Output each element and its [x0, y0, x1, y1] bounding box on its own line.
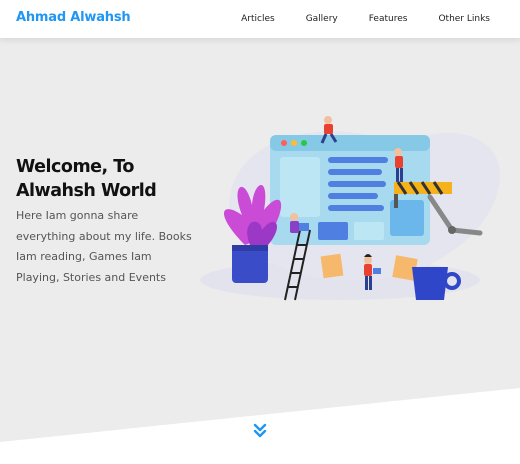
- nav-link-features[interactable]: Features: [369, 14, 408, 24]
- site-header: Ahmad Alwahsh Articles Gallery Features …: [0, 0, 520, 38]
- hero-intro-text: Here Iam gonna share everything about my…: [16, 209, 192, 284]
- scroll-down-button[interactable]: [252, 423, 268, 439]
- hero-title: Welcome, To Alwahsh World: [16, 157, 157, 201]
- main-nav: Articles Gallery Features Other Links: [210, 0, 490, 38]
- hero-illustration: [200, 116, 500, 301]
- nav-link-gallery[interactable]: Gallery: [306, 14, 338, 24]
- nav-link-other-links[interactable]: Other Links: [438, 14, 490, 24]
- site-logo[interactable]: Ahmad Alwahsh: [16, 10, 131, 25]
- double-chevron-down-icon: [253, 423, 267, 438]
- nav-link-articles[interactable]: Articles: [241, 14, 275, 24]
